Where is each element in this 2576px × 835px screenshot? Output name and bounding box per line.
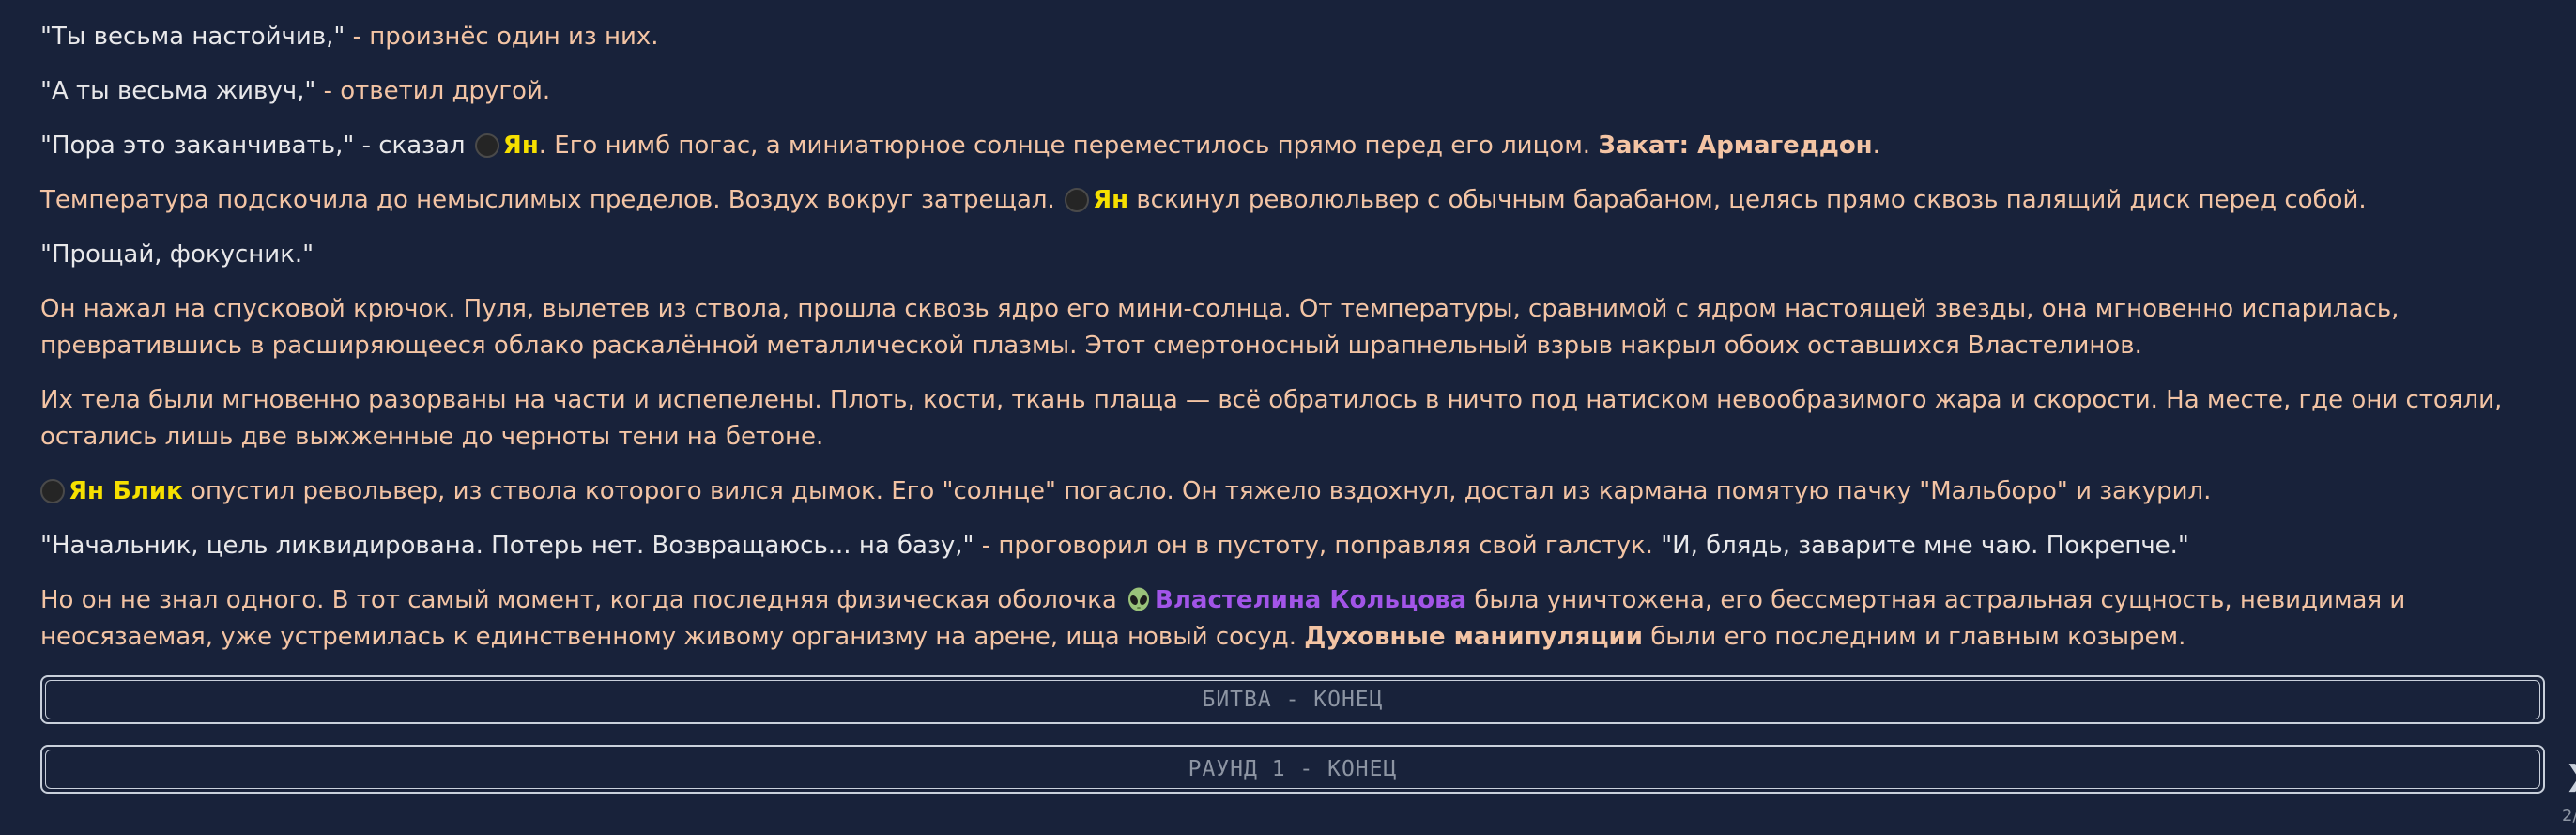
narration-text: Но он не знал одного. В тот самый момент… <box>40 586 1126 614</box>
story-paragraph-10: Но он не знал одного. В тот самый момент… <box>40 582 2538 656</box>
skill-name: Закат: Армагеддон <box>1598 131 1873 160</box>
story-paragraph-5: "Прощай, фокусник." <box>40 237 2538 273</box>
character-name-yan: Ян <box>1093 186 1129 214</box>
story-log: "Ты весьма настойчив," - произнёс один и… <box>40 19 2538 673</box>
battle-end-label: БИТВА - КОНЕЦ <box>1202 688 1384 712</box>
dialogue-line: "А ты весьма живуч," <box>40 77 316 105</box>
alien-icon <box>1128 587 1150 611</box>
narration-text: опустил револьвер, из ствола которого ви… <box>182 477 2212 505</box>
character-name-koltsov: Властелина Кольцова <box>1155 586 1467 614</box>
narration-text: - произнёс один из них. <box>345 23 659 51</box>
skill-name: Духовные манипуляции <box>1304 623 1643 651</box>
dialogue-line: "Прощай, фокусник." <box>40 240 314 269</box>
dialogue-line: "Начальник, цель ликвидирована. Потерь н… <box>40 532 974 560</box>
round-end-banner: РАУНД 1 - КОНЕЦ <box>40 745 2545 794</box>
narration-text: Он нажал на спусковой крючок. Пуля, выле… <box>40 295 2400 360</box>
character-avatar-icon <box>474 133 499 158</box>
narration-text: Их тела были мгновенно разорваны на част… <box>40 386 2503 451</box>
narration-text: . <box>1872 131 1880 160</box>
round-end-label: РАУНД 1 - КОНЕЦ <box>1188 757 1398 781</box>
story-paragraph-7: Их тела были мгновенно разорваны на част… <box>40 382 2538 456</box>
character-avatar-icon <box>1065 188 1090 212</box>
chevron-right-icon[interactable]: ❯ <box>2565 763 2576 791</box>
narration-text: вскинул революльвер с обычным барабаном,… <box>1128 186 2367 214</box>
story-paragraph-1: "Ты весьма настойчив," - произнёс один и… <box>40 19 2538 55</box>
dialogue-line: "Ты весьма настойчив," <box>40 23 345 51</box>
page-counter: 2/ <box>2562 806 2576 826</box>
narration-text: - ответил другой. <box>315 77 551 105</box>
story-paragraph-8: Ян Блик опустил револьвер, из ствола кот… <box>40 473 2538 510</box>
story-paragraph-9: "Начальник, цель ликвидирована. Потерь н… <box>40 528 2538 564</box>
narration-text: - проговорил он в пустоту, поправляя сво… <box>974 532 1662 560</box>
character-name-yan: Ян <box>502 131 539 160</box>
character-avatar-icon <box>40 479 65 503</box>
story-paragraph-2: "А ты весьма живуч," - ответил другой. <box>40 73 2538 110</box>
dialogue-line: "И, блядь, заварите мне чаю. Покрепче." <box>1661 532 2189 560</box>
narration-text: . Его нимб погас, а миниатюрное солнце п… <box>538 131 1599 160</box>
character-name-yan-blik: Ян Блик <box>69 477 183 505</box>
story-paragraph-4: Температура подскочила до немыслимых пре… <box>40 182 2538 219</box>
story-paragraph-6: Он нажал на спусковой крючок. Пуля, выле… <box>40 291 2538 364</box>
battle-end-banner: БИТВА - КОНЕЦ <box>40 675 2545 724</box>
narration-text: были его последним и главным козырем. <box>1642 623 2186 651</box>
story-paragraph-3: "Пора это заканчивать," - сказал Ян. Его… <box>40 128 2538 164</box>
narration-text: Температура подскочила до немыслимых пре… <box>40 186 1064 214</box>
dialogue-line: "Пора это заканчивать," - сказал <box>40 131 473 160</box>
